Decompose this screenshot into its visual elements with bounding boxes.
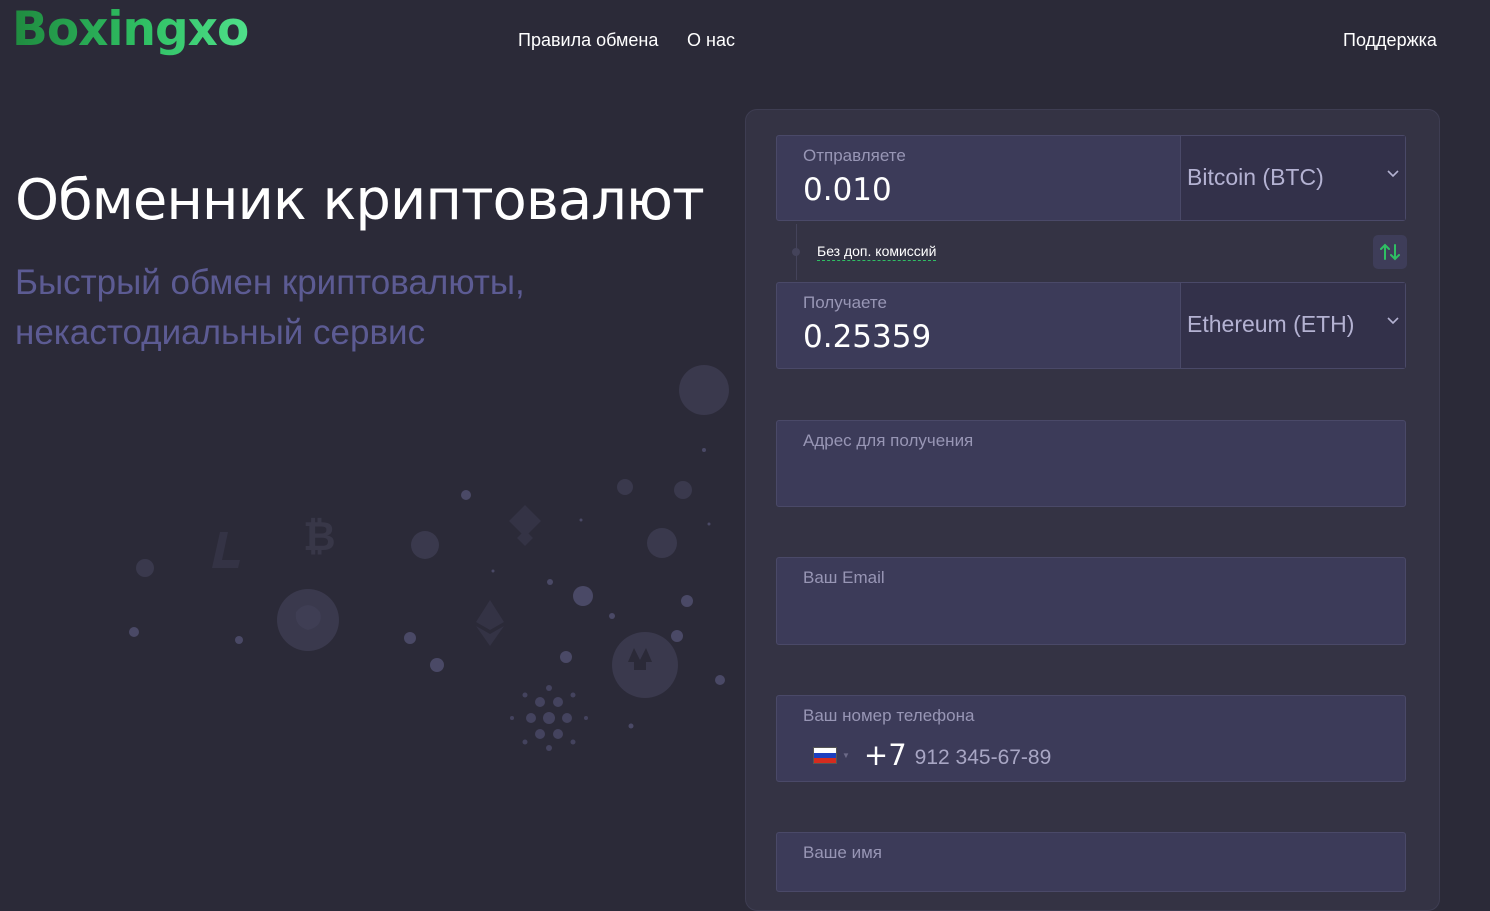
address-field[interactable]: Адрес для получения	[776, 420, 1406, 507]
receive-amount-value: 0.25359	[803, 319, 932, 355]
swap-arrows-icon	[1380, 243, 1400, 261]
exchange-form-panel	[745, 109, 1440, 911]
nav-link-support[interactable]: Поддержка	[1343, 30, 1437, 51]
no-fee-note[interactable]: Без доп. комиссий	[817, 243, 937, 261]
send-currency-select[interactable]: Bitcoin (BTC)	[1180, 136, 1405, 220]
svg-text:₿: ₿	[303, 514, 336, 560]
email-label: Ваш Email	[803, 568, 885, 587]
chevron-down-icon	[1387, 170, 1399, 178]
email-field[interactable]: Ваш Email	[776, 557, 1406, 645]
fee-connector-dot	[792, 248, 800, 256]
russia-flag-icon[interactable]	[813, 746, 837, 764]
send-amount-input[interactable]: 0.010	[803, 172, 892, 208]
phone-input[interactable]: 912 345-67-89	[915, 740, 1052, 770]
swap-currencies-button[interactable]	[1373, 235, 1407, 269]
chevron-down-icon	[1387, 317, 1399, 325]
brand-logo[interactable]: Boxingxo	[12, 2, 249, 57]
receive-currency-select[interactable]: Ethereum (ETH)	[1180, 283, 1405, 368]
nav-link-about[interactable]: О нас	[687, 30, 735, 51]
country-dropdown-icon[interactable]: ▼	[842, 751, 850, 760]
name-field[interactable]: Ваше имя	[776, 832, 1406, 892]
crypto-coins-background: ₿	[129, 365, 729, 751]
phone-field[interactable]: Ваш номер телефона ▼ +7 912 345-67-89	[776, 695, 1406, 782]
phone-country-code: +7	[863, 738, 907, 772]
address-label: Адрес для получения	[803, 431, 974, 450]
send-currency-label: Bitcoin (BTC)	[1187, 164, 1324, 190]
nav-link-rules[interactable]: Правила обмена	[518, 30, 658, 51]
page-title: Обменник криптовалют	[15, 168, 705, 233]
send-label: Отправляете	[803, 146, 906, 165]
phone-label: Ваш номер телефона	[803, 706, 975, 725]
send-amount-field[interactable]: Отправляете 0.010 Bitcoin (BTC)	[776, 135, 1406, 221]
receive-currency-label: Ethereum (ETH)	[1187, 311, 1355, 337]
receive-amount-field[interactable]: Получаете 0.25359 Ethereum (ETH)	[776, 282, 1406, 369]
name-label: Ваше имя	[803, 843, 882, 862]
receive-label: Получаете	[803, 293, 887, 312]
page-subtitle: Быстрый обмен криптовалюты, некастодиаль…	[15, 263, 525, 352]
